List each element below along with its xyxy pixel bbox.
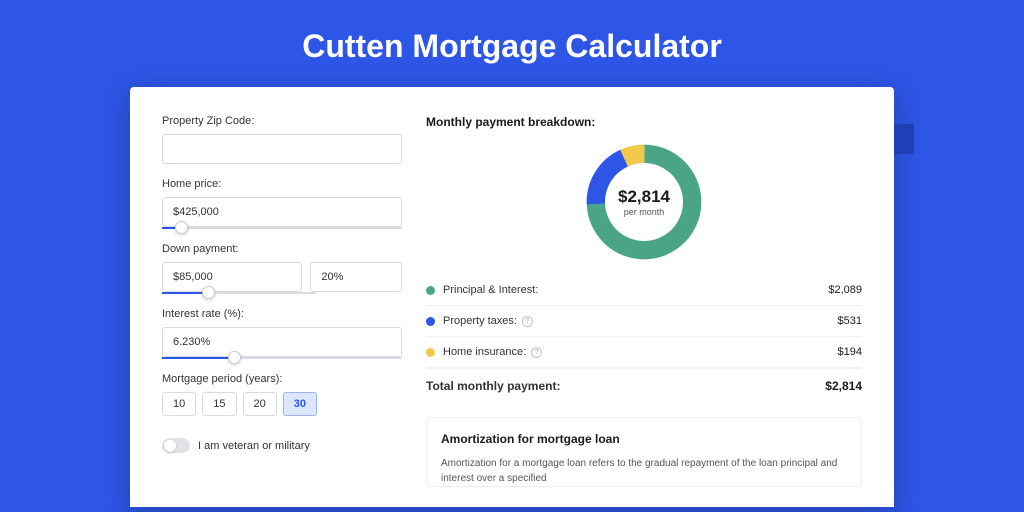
total-value: $2,814 — [825, 379, 862, 393]
interest-rate-slider-thumb[interactable] — [228, 351, 241, 364]
period-btn-15[interactable]: 15 — [202, 392, 236, 416]
calculator-card: Property Zip Code: Home price: Down paym… — [130, 87, 894, 507]
down-payment-input[interactable] — [162, 262, 302, 292]
veteran-label: I am veteran or military — [198, 440, 310, 452]
legend-text-insurance: Home insurance: — [443, 346, 526, 358]
info-icon[interactable]: ? — [522, 316, 533, 327]
down-payment-slider-thumb[interactable] — [202, 286, 215, 299]
interest-rate-slider[interactable] — [162, 357, 402, 359]
mortgage-period-label: Mortgage period (years): — [162, 373, 402, 385]
mortgage-period-group: 10 15 20 30 — [162, 392, 402, 416]
legend-value-insurance: $194 — [838, 346, 862, 358]
interest-rate-label: Interest rate (%): — [162, 308, 402, 320]
donut-sub: per month — [624, 207, 665, 217]
down-payment-label: Down payment: — [162, 243, 402, 255]
legend-dot-taxes — [426, 317, 435, 326]
zip-input[interactable] — [162, 134, 402, 164]
amortization-text: Amortization for a mortgage loan refers … — [441, 456, 847, 486]
legend-text-principal: Principal & Interest: — [443, 284, 538, 296]
home-price-slider-thumb[interactable] — [175, 221, 188, 234]
home-price-input[interactable] — [162, 197, 402, 227]
legend-dot-insurance — [426, 348, 435, 357]
legend-row-principal: Principal & Interest: $2,089 — [426, 275, 862, 306]
legend-dot-principal — [426, 286, 435, 295]
calculator-form: Property Zip Code: Home price: Down paym… — [162, 115, 402, 507]
page-title: Cutten Mortgage Calculator — [0, 0, 1024, 87]
donut-chart-wrap: $2,814 per month — [426, 143, 862, 261]
period-btn-10[interactable]: 10 — [162, 392, 196, 416]
home-price-label: Home price: — [162, 178, 402, 190]
amortization-box: Amortization for mortgage loan Amortizat… — [426, 417, 862, 487]
veteran-row: I am veteran or military — [162, 438, 402, 453]
breakdown-panel: Monthly payment breakdown: $2,814 per mo… — [426, 115, 862, 507]
legend-text-taxes: Property taxes: — [443, 315, 517, 327]
veteran-toggle[interactable] — [162, 438, 190, 453]
home-price-slider[interactable] — [162, 227, 402, 229]
donut-chart: $2,814 per month — [585, 143, 703, 261]
card-shadow — [894, 124, 914, 154]
interest-rate-input[interactable] — [162, 327, 402, 357]
total-row: Total monthly payment: $2,814 — [426, 368, 862, 407]
legend-label-taxes: Property taxes: ? — [443, 315, 838, 327]
total-label: Total monthly payment: — [426, 379, 825, 393]
legend-row-insurance: Home insurance: ? $194 — [426, 337, 862, 368]
legend-value-principal: $2,089 — [828, 284, 862, 296]
zip-label: Property Zip Code: — [162, 115, 402, 127]
legend-row-taxes: Property taxes: ? $531 — [426, 306, 862, 337]
down-payment-slider[interactable] — [162, 292, 316, 294]
period-btn-20[interactable]: 20 — [243, 392, 277, 416]
info-icon[interactable]: ? — [531, 347, 542, 358]
donut-center: $2,814 per month — [605, 163, 683, 241]
breakdown-title: Monthly payment breakdown: — [426, 115, 862, 129]
down-payment-pct-input[interactable] — [310, 262, 402, 292]
legend-label-insurance: Home insurance: ? — [443, 346, 838, 358]
period-btn-30[interactable]: 30 — [283, 392, 317, 416]
donut-amount: $2,814 — [618, 187, 670, 207]
amortization-title: Amortization for mortgage loan — [441, 432, 847, 446]
interest-rate-slider-fill — [162, 357, 234, 359]
legend-label-principal: Principal & Interest: — [443, 284, 828, 296]
legend-value-taxes: $531 — [838, 315, 862, 327]
